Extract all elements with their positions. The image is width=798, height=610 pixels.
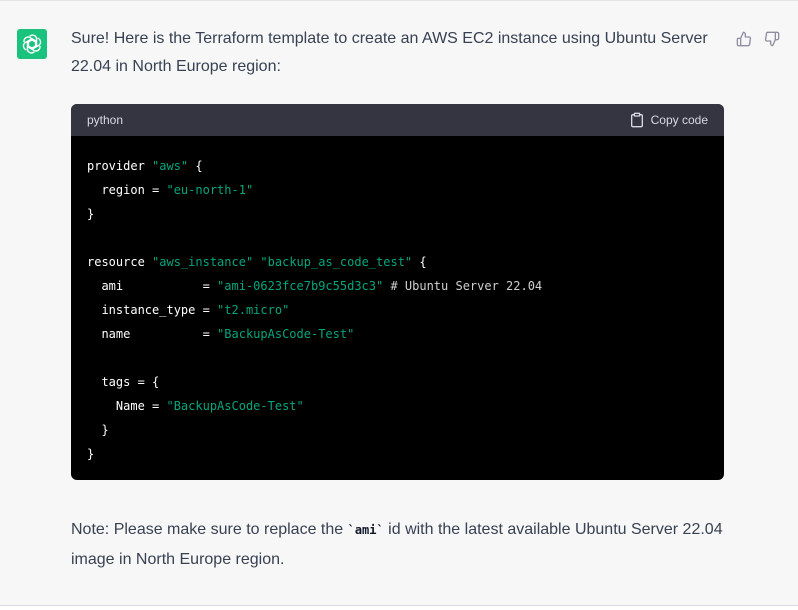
clipboard-icon <box>630 112 643 128</box>
thumbs-up-button[interactable] <box>735 30 753 48</box>
thumbs-down-icon <box>764 31 780 47</box>
code-language-label: python <box>87 113 124 127</box>
copy-code-label: Copy code <box>650 113 708 127</box>
code-line: } <box>87 207 95 221</box>
note-text: Note: Please make sure to replace the `a… <box>71 521 723 568</box>
code-content: provider "aws" { region = "eu-north-1"} … <box>71 136 724 466</box>
code-line: name = "BackupAsCode-Test" <box>87 327 355 341</box>
code-block: python Copy code provider "aws" { region… <box>71 104 724 480</box>
code-line: } <box>87 423 109 437</box>
code-block-header: python Copy code <box>71 104 724 136</box>
assistant-message-text: Sure! Here is the Terraform template to … <box>71 30 708 75</box>
thumbs-up-icon <box>736 31 752 47</box>
copy-code-button[interactable]: Copy code <box>629 112 708 128</box>
code-line: region = "eu-north-1" <box>87 183 254 197</box>
code-line: tags = { <box>87 375 160 389</box>
inline-code-ami: `ami` <box>347 523 384 537</box>
openai-logo-icon <box>22 34 42 54</box>
thumbs-down-button[interactable] <box>763 30 781 48</box>
code-line: Name = "BackupAsCode-Test" <box>87 399 304 413</box>
assistant-avatar <box>17 29 47 59</box>
code-line: ami = "ami-0623fce7b9c55d3c3" # Ubuntu S… <box>87 279 543 293</box>
code-line: resource "aws_instance" "backup_as_code_… <box>87 255 427 269</box>
code-line: } <box>87 447 95 461</box>
assistant-message-panel: Sure! Here is the Terraform template to … <box>0 0 798 606</box>
code-line: provider "aws" { <box>87 159 203 173</box>
code-line: instance_type = "t2.micro" <box>87 303 290 317</box>
